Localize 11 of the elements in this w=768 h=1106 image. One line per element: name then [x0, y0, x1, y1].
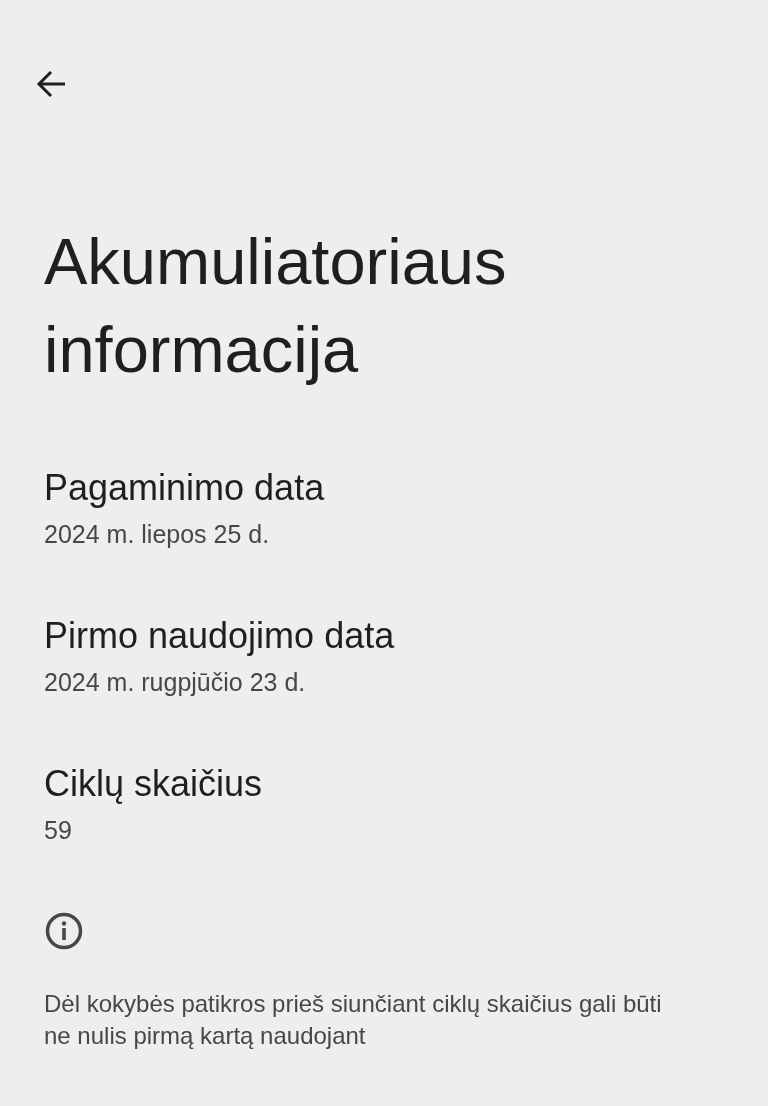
setting-label: Pirmo naudojimo data — [44, 614, 395, 658]
back-arrow-icon — [36, 70, 66, 98]
setting-value: 2024 m. rugpjūčio 23 d. — [44, 667, 306, 698]
info-icon — [45, 912, 83, 950]
page-title: Akumuliatoriaus informacija — [44, 224, 508, 388]
back-button[interactable] — [36, 70, 66, 98]
info-note: Dėl kokybės patikros prieš siunčiant ciklų skaičius gali būti ne nulis pirmą kartą naudojant — [44, 989, 663, 1051]
setting-value: 59 — [44, 815, 72, 846]
setting-label: Ciklų skaičius — [44, 762, 263, 806]
setting-value: 2024 m. liepos 25 d. — [44, 519, 270, 550]
setting-label: Pagaminimo data — [44, 466, 325, 510]
